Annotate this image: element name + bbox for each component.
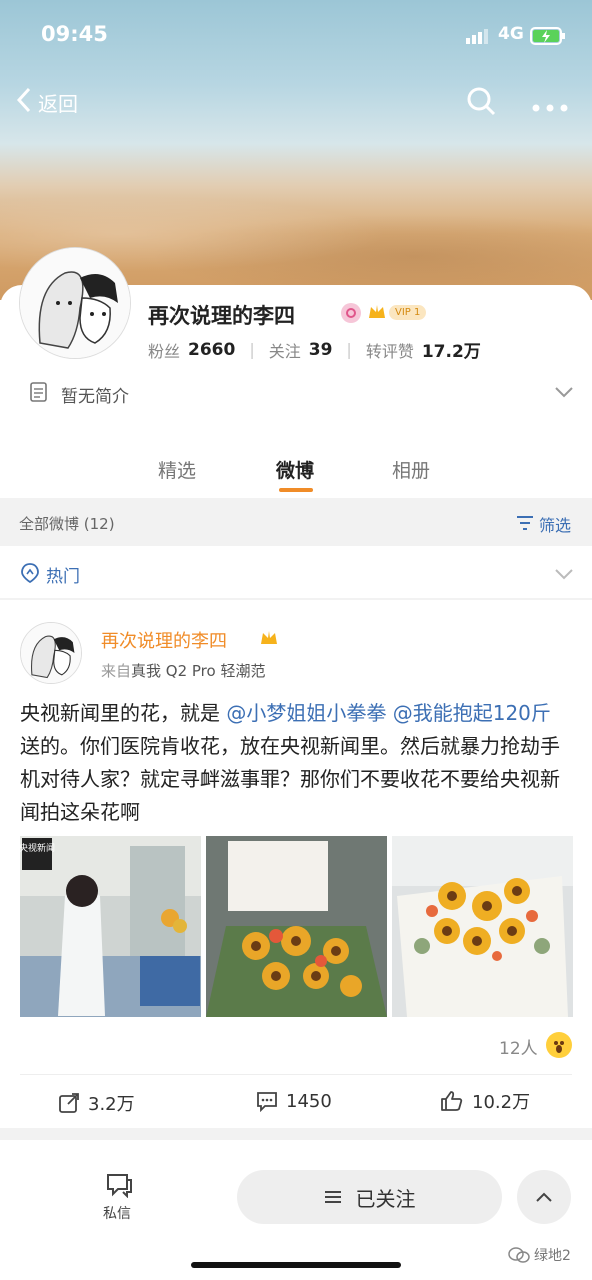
status-time: 09:45 bbox=[41, 22, 108, 46]
repost-button[interactable]: 3.2万 bbox=[58, 1090, 135, 1116]
post-body: 央视新闻里的花，就是 @小梦姐姐小拳拳 @我能抱起120斤 送的。你们医院肯收花… bbox=[20, 697, 572, 829]
battery-icon bbox=[530, 26, 566, 50]
hot-label[interactable]: 热门 bbox=[46, 562, 80, 587]
stat-value-following[interactable]: 39 bbox=[309, 340, 333, 360]
bio-text: 暂无简介 bbox=[61, 387, 129, 407]
crown-icon bbox=[369, 305, 385, 318]
stat-label-interactions: 转评赞 bbox=[365, 341, 414, 361]
chevron-up-icon bbox=[536, 1192, 552, 1202]
filter-icon[interactable] bbox=[515, 514, 535, 536]
watermark: 绿地2 bbox=[508, 1245, 571, 1265]
post-text-part-2: 送的。你们医院肯收花，放在央视新闻里。然后就暴力抢劫手机对待人家？就定寻衅滋事罪… bbox=[20, 734, 560, 824]
profile-stats: 粉丝 2660 | 关注 39 | 转评赞 17.2万 bbox=[148, 337, 481, 363]
tab-album[interactable]: 相册 bbox=[392, 456, 430, 483]
vip-label: VIP 1 bbox=[389, 304, 427, 320]
post-author-avatar[interactable] bbox=[20, 622, 82, 684]
hot-chevron-down-icon[interactable] bbox=[554, 566, 574, 585]
post-image-2[interactable] bbox=[206, 836, 387, 1017]
followed-label: 已关注 bbox=[355, 1186, 416, 1211]
active-tab-indicator bbox=[279, 488, 313, 492]
followed-button[interactable]: 已关注 bbox=[237, 1170, 502, 1224]
post-text-part-1: 央视新闻里的花，就是 bbox=[20, 701, 220, 725]
comment-icon bbox=[257, 1092, 277, 1112]
bio-icon bbox=[30, 382, 48, 406]
gender-badge-icon bbox=[341, 303, 361, 323]
tab-weibo[interactable]: 微博 bbox=[276, 456, 314, 483]
like-count: 10.2万 bbox=[472, 1092, 531, 1113]
thumbs-up-icon bbox=[441, 1091, 463, 1111]
post-image-3[interactable] bbox=[392, 836, 573, 1017]
chevron-down-icon[interactable] bbox=[554, 384, 574, 403]
divider bbox=[0, 598, 592, 600]
repost-count: 3.2万 bbox=[88, 1094, 135, 1115]
post-source-device[interactable]: 真我 Q2 Pro 轻潮范 bbox=[131, 662, 265, 680]
scroll-to-top-button[interactable] bbox=[517, 1170, 571, 1224]
post-author-crown-icon bbox=[259, 628, 279, 652]
search-icon[interactable] bbox=[466, 86, 496, 120]
like-button[interactable]: 10.2万 bbox=[440, 1088, 530, 1114]
stat-label-following: 关注 bbox=[268, 341, 301, 361]
stat-value-fans[interactable]: 2660 bbox=[188, 340, 235, 360]
network-label: 4G bbox=[498, 24, 524, 44]
mention-link-1[interactable]: @小梦姐姐小拳拳 bbox=[226, 701, 386, 725]
post-image-1[interactable]: 央视新闻 bbox=[20, 836, 201, 1017]
message-label[interactable]: 私信 bbox=[103, 1203, 131, 1223]
reaction-count[interactable]: 12人 bbox=[499, 1034, 538, 1059]
home-indicator bbox=[191, 1262, 401, 1268]
back-button[interactable]: 返回 bbox=[38, 88, 78, 117]
post-source: 来自真我 Q2 Pro 轻潮范 bbox=[101, 660, 265, 681]
menu-icon bbox=[324, 1191, 341, 1203]
hot-icon bbox=[20, 562, 40, 588]
comment-count: 1450 bbox=[286, 1090, 332, 1112]
post-divider bbox=[20, 1074, 572, 1075]
all-posts-label[interactable]: 全部微博 (12) bbox=[19, 513, 115, 534]
profile-avatar[interactable] bbox=[19, 247, 131, 359]
message-icon[interactable] bbox=[105, 1172, 133, 1202]
back-icon[interactable] bbox=[14, 86, 34, 118]
repost-icon bbox=[59, 1093, 79, 1113]
more-icon[interactable] bbox=[532, 97, 568, 116]
image-tag-text: 央视新闻 bbox=[20, 842, 55, 853]
post-source-prefix: 来自 bbox=[101, 662, 132, 680]
stat-value-interactions: 17.2万 bbox=[421, 342, 481, 362]
section-divider bbox=[0, 1128, 592, 1140]
profile-name: 再次说理的李四 bbox=[148, 304, 295, 328]
wechat-icon bbox=[508, 1247, 530, 1263]
stat-label-fans: 粉丝 bbox=[148, 341, 181, 361]
vip-badge[interactable]: VIP 1 bbox=[367, 302, 427, 322]
watermark-text: 绿地2 bbox=[534, 1248, 571, 1264]
signal-icon bbox=[466, 28, 490, 48]
post-author-name[interactable]: 再次说理的李四 bbox=[101, 627, 227, 653]
comment-button[interactable]: 1450 bbox=[256, 1090, 332, 1112]
filter-button[interactable]: 筛选 bbox=[539, 512, 571, 536]
surprised-emoji-icon bbox=[546, 1032, 572, 1058]
tab-featured[interactable]: 精选 bbox=[158, 456, 196, 483]
mention-link-2[interactable]: @我能抱起120斤 bbox=[393, 701, 551, 725]
